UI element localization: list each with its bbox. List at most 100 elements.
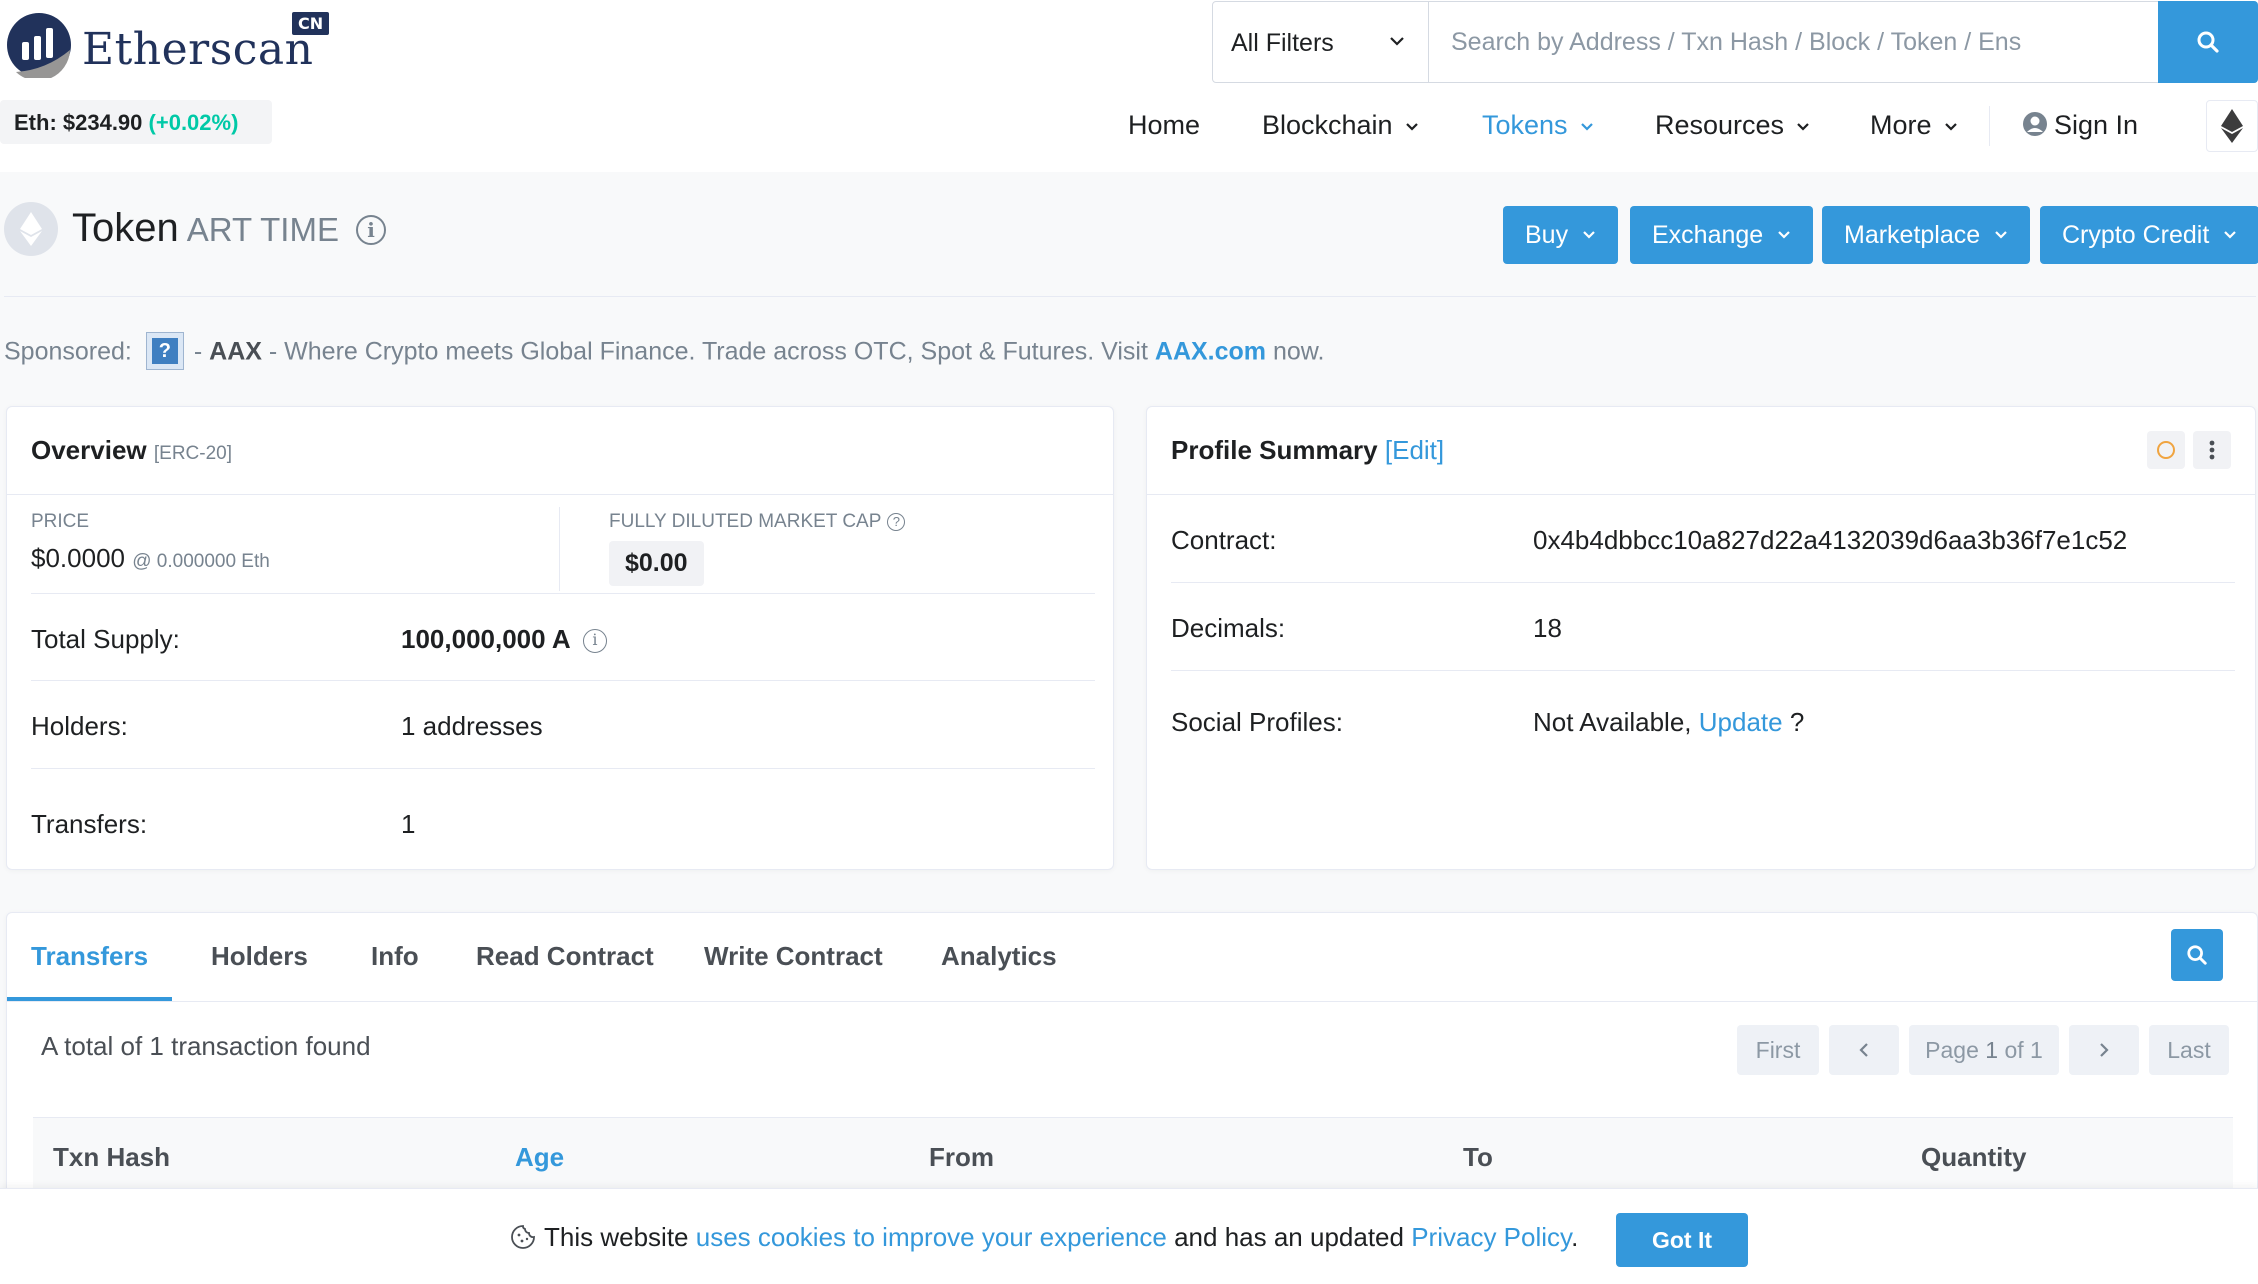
divider: [7, 1001, 2257, 1002]
filter-select[interactable]: All Filters: [1213, 2, 1429, 82]
filter-label: All Filters: [1231, 29, 1334, 57]
last-page-button[interactable]: Last: [2149, 1025, 2229, 1075]
sponsored-text: - Where Crypto meets Global Finance. Tra…: [268, 337, 1148, 366]
crypto-credit-button[interactable]: Crypto Credit: [2040, 206, 2258, 264]
info-icon[interactable]: i: [582, 629, 607, 654]
search-bar: All Filters: [1212, 1, 2258, 83]
chevron-down-icon: [1390, 37, 1404, 46]
market-cap-block: FULLY DILUTED MARKET CAP? $0.00: [609, 511, 1089, 601]
question-icon[interactable]: ?: [887, 512, 906, 531]
chevron-down-icon: [1580, 123, 1593, 131]
cn-badge: CN: [292, 12, 330, 35]
transfers-row: Transfers: 1: [31, 769, 1095, 857]
first-page-button[interactable]: First: [1737, 1025, 1819, 1075]
total-supply-amount: 100,000,000 A: [401, 624, 570, 654]
social-status: Not Available,: [1533, 707, 1692, 737]
cookie-text: This website uses cookies to improve you…: [510, 1222, 1578, 1253]
prev-page-button[interactable]: [1829, 1025, 1899, 1075]
chevron-down-icon: [2224, 231, 2237, 239]
cookie-text-1: This website: [544, 1222, 689, 1252]
tab-analytics[interactable]: Analytics: [941, 941, 1057, 972]
page-prefix: Page: [1925, 1036, 1979, 1063]
tab-write-contract[interactable]: Write Contract: [704, 941, 883, 972]
etherscan-logo-icon: [7, 13, 71, 78]
contract-address-link[interactable]: 0x4b4dbbcc10a827d22a4132039d6aa3b36f7e1c…: [1533, 525, 2127, 556]
cookie-text-3: .: [1571, 1222, 1579, 1252]
marketplace-label: Marketplace: [1844, 220, 1981, 249]
holders-label: Holders:: [31, 711, 128, 741]
col-txn-hash: Txn Hash: [53, 1142, 171, 1172]
total-transactions-text: A total of 1 transaction found: [41, 1031, 371, 1061]
tab-read-contract[interactable]: Read Contract: [476, 941, 654, 972]
tab-transfers[interactable]: Transfers: [31, 941, 148, 972]
sponsor-brand: AAX: [209, 337, 262, 366]
search-button[interactable]: [2158, 1, 2258, 83]
eth-price-change: (+0.02%): [148, 110, 239, 135]
sponsored-tail: now.: [1272, 337, 1325, 366]
chevron-left-icon: [1859, 1043, 1868, 1057]
nav-more[interactable]: More: [1870, 110, 1958, 141]
buy-button[interactable]: Buy: [1503, 206, 1619, 264]
decimals-label: Decimals:: [1171, 613, 1286, 643]
more-options-button[interactable]: [2193, 431, 2231, 469]
update-link[interactable]: Update: [1699, 707, 1783, 737]
mcap-label: FULLY DILUTED MARKET CAP: [609, 511, 882, 532]
user-circle-icon: [2023, 111, 2047, 136]
pagination: First Page 1 of 1 Last: [1737, 1025, 2229, 1075]
ethereum-icon: [2221, 109, 2243, 143]
cookie-banner: This website uses cookies to improve you…: [0, 1188, 2258, 1284]
info-icon[interactable]: i: [356, 215, 387, 246]
privacy-policy-link[interactable]: Privacy Policy: [1411, 1222, 1571, 1252]
nav-tokens[interactable]: Tokens: [1482, 110, 1594, 141]
site-header: Etherscan CN Eth: $234.90 (+0.02%) All F…: [0, 0, 2258, 172]
overview-title: Overview: [31, 435, 147, 465]
cookie-policy-link[interactable]: uses cookies to improve your experience: [696, 1222, 1167, 1252]
got-it-button[interactable]: Got It: [1616, 1213, 1748, 1267]
tab-holders[interactable]: Holders: [211, 941, 308, 972]
network-switch-button[interactable]: [2206, 100, 2258, 152]
social-profiles-row: Social Profiles: Not Available, Update ?: [1171, 671, 2235, 759]
marketplace-button[interactable]: Marketplace: [1822, 206, 2031, 264]
cookie-icon: [511, 1225, 535, 1249]
col-quantity: Quantity: [1921, 1142, 2027, 1172]
nav-blockchain-label: Blockchain: [1262, 110, 1393, 140]
ethereum-icon: [20, 212, 42, 246]
profile-header: Profile Summary [Edit]: [1147, 407, 2255, 495]
next-page-button[interactable]: [2069, 1025, 2139, 1075]
sponsored-label: Sponsored:: [4, 337, 132, 366]
nav-blockchain[interactable]: Blockchain: [1262, 110, 1419, 141]
divider: [4, 296, 2256, 297]
tab-search-button[interactable]: [2171, 929, 2223, 981]
page-indicator: Page 1 of 1: [1909, 1025, 2059, 1075]
col-age[interactable]: Age: [515, 1142, 564, 1173]
price-value: $0.0000: [31, 543, 125, 573]
social-tail: ?: [1789, 707, 1805, 737]
exchange-button[interactable]: Exchange: [1630, 206, 1814, 264]
etherscan-logo[interactable]: Etherscan CN: [6, 12, 330, 82]
edit-link[interactable]: [Edit]: [1385, 435, 1444, 465]
sign-in-link[interactable]: Sign In: [2022, 110, 2138, 141]
search-input[interactable]: [1429, 2, 2159, 82]
decimals-value: 18: [1533, 613, 1562, 643]
cookie-text-2: and has an updated: [1174, 1222, 1404, 1252]
sponsor-link[interactable]: AAX.com: [1155, 338, 1266, 366]
token-standard: [ERC-20]: [153, 443, 233, 464]
tab-info[interactable]: Info: [371, 941, 419, 972]
total-supply-label: Total Supply:: [31, 624, 180, 654]
chevron-right-icon: [2100, 1043, 2109, 1057]
chevron-down-icon: [1583, 231, 1595, 239]
chevron-down-icon: [1995, 231, 2007, 239]
nav-tokens-label: Tokens: [1482, 110, 1568, 140]
more-vertical-icon: [2209, 440, 2215, 460]
col-from: From: [929, 1142, 994, 1172]
nav-home[interactable]: Home: [1128, 110, 1200, 141]
contract-label: Contract:: [1171, 525, 1277, 555]
nav-resources[interactable]: Resources: [1655, 110, 1810, 141]
contract-row: Contract: 0x4b4dbbcc10a827d22a4132039d6a…: [1171, 495, 2235, 583]
chevron-down-icon: [1778, 231, 1790, 239]
social-profiles-value: Not Available, Update ?: [1533, 707, 1804, 738]
exchange-label: Exchange: [1652, 220, 1764, 249]
transfers-label: Transfers:: [31, 809, 148, 839]
nav-more-label: More: [1870, 110, 1932, 140]
reputation-button[interactable]: [2147, 431, 2185, 469]
